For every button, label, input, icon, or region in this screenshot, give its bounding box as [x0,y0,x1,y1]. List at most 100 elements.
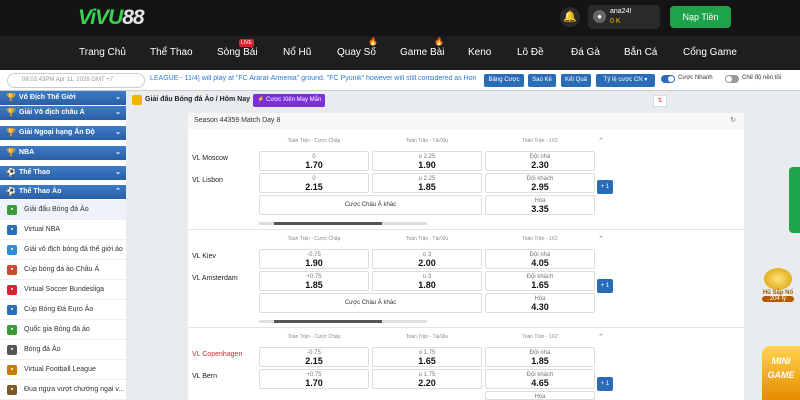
col-handicap: Toàn Trận - Cược Chấp [287,334,341,340]
results-button[interactable]: Kết Quả [561,74,591,87]
home-team: VL Copenhagen [192,351,243,358]
statement-button[interactable]: Sao Kê [528,74,556,87]
odds-cell[interactable]: Hòa 4.30 [485,293,595,313]
quick-bet-toggle[interactable] [661,75,675,83]
username: ana24! [610,8,632,15]
odds-cell[interactable]: -0.75 2.15 [259,347,369,367]
ball-icon: ⚽ [6,187,16,196]
odds-cell[interactable]: Đội nhà 2.30 [485,151,595,171]
bet-list-button[interactable]: Bảng Cược [484,74,524,87]
league-icon: ▪ [7,365,17,375]
odds-cell[interactable]: u 3 1.80 [372,271,482,291]
odds-cell[interactable]: 0 2.15 [259,173,369,193]
scrollbar[interactable] [259,320,427,323]
fire-icon: 🔥 [368,37,378,46]
jackpot-widget[interactable]: Hũ Sắp Nổ 204 tỷ [756,268,800,318]
sidebar-item[interactable]: ▪ Cúp bóng đá ảo Châu Á [0,260,126,280]
home-team: VL Moscow [192,155,228,162]
deposit-button[interactable]: Nạp Tiền [670,6,731,28]
top-bar: ViVU88 🔔 ● ana24! 0 K Nạp Tiền [0,0,800,36]
odds-cell[interactable]: 0 1.70 [259,151,369,171]
col-1x2: Toàn Trận - 1X2 [522,236,558,242]
sidebar-group[interactable]: 🏆 NBA ⌄ [0,146,126,160]
odds-cell[interactable]: Đội nhà 1.85 [485,347,595,367]
nav-sports[interactable]: Thể Thao [150,47,193,58]
odds-type-select[interactable]: Tỷ lệ cược CN ▾ [596,74,655,87]
flag-icon: ▪ [7,285,17,295]
nav-keno[interactable]: Keno [468,47,491,58]
news-ticker[interactable]: LEAGUE - 11/4] will play at "FC Ararat-A… [150,75,476,82]
odds-cell[interactable]: Đội khách 1.65 [485,271,595,291]
odds-cell[interactable]: u 2.25 1.85 [372,173,482,193]
collapse-icon[interactable]: ⌃ [598,137,604,145]
more-markets-button[interactable]: + 1 [597,279,613,293]
chevron-down-icon: ⌄ [115,149,121,156]
sidebar-item[interactable]: ▪ Đua ngựa vượt chướng ngại v... [0,380,126,400]
sidebar-item[interactable]: ▪ Giải vô địch bóng đá thế giới ảo [0,240,126,260]
sidebar-item[interactable]: ▪ Quốc gia Bóng đá ảo [0,320,126,340]
globe-icon: ▪ [7,245,17,255]
col-handicap: Toàn Trận - Cược Chấp [287,236,341,242]
sidebar-item[interactable]: ▪ Cúp Bóng Đá Euro Ảo [0,300,126,320]
nav-lode[interactable]: Lô Đề [517,47,544,58]
nav-lottery[interactable]: Quay Số [337,47,376,58]
odds-cell[interactable]: +0.75 1.70 [259,369,369,389]
sidebar-group[interactable]: ⚽ Thể Thao ⌄ [0,166,126,180]
nation-icon: ▪ [7,325,17,335]
sort-icon[interactable]: ⇅ [653,95,667,107]
odds-cell[interactable]: -0.75 1.90 [259,249,369,269]
away-team: VL Lisbon [192,177,223,184]
odds-cell[interactable]: Đội khách 4.65 [485,369,595,389]
nav-fishing[interactable]: Bắn Cá [624,47,657,58]
lucky-parlay-button[interactable]: ⚡ Cược Xiên May Mắn [253,94,326,107]
main-nav: Trang Chủ Thể Thao Sòng Bài LIVE Nổ Hũ Q… [0,36,800,70]
col-handicap: Toàn Trận - Cược Chấp [287,138,341,144]
divider [188,327,744,328]
user-panel[interactable]: ● ana24! 0 K [588,5,660,29]
more-asian-button[interactable]: Cược Châu Á khác [259,293,482,313]
odds-cell[interactable]: +0.75 1.85 [259,271,369,291]
odds-cell[interactable]: Hòa [485,391,595,400]
more-markets-button[interactable]: + 1 [597,377,613,391]
bell-icon[interactable]: 🔔 [560,7,580,27]
sidebar-group[interactable]: 🏆 Vô Địch Thế Giới ⌄ [0,91,126,105]
mini-game-button[interactable]: MINI GAME [762,346,800,400]
scrollbar[interactable] [259,222,427,225]
odds-cell[interactable]: o 2.25 1.90 [372,151,482,171]
nav-cards[interactable]: Game Bài [400,47,444,58]
collapse-icon[interactable]: ⌃ [598,235,604,243]
more-asian-button[interactable]: Cược Châu Á khác [259,195,482,215]
nav-casino[interactable]: Sòng Bài [217,47,258,58]
nav-gateway[interactable]: Cổng Game [683,47,737,58]
basketball-icon: ▪ [7,225,17,235]
odds-cell[interactable]: o 1.75 1.65 [372,347,482,367]
odds-cell[interactable]: Đội nhà 4.05 [485,249,595,269]
odds-cell[interactable]: o 3 2.00 [372,249,482,269]
more-markets-button[interactable]: + 1 [597,180,613,194]
col-ou: Toàn Trận - Tài/Xỉu [405,138,449,144]
refresh-icon[interactable]: ↻ [730,113,736,129]
balance: 0 K [610,18,621,25]
chevron-down-icon: ⌄ [115,169,121,176]
odds-cell[interactable]: u 1.75 2.20 [372,369,482,389]
odds-cell[interactable]: Đội khách 2.95 [485,173,595,193]
nav-cockfight[interactable]: Đá Gà [571,47,600,58]
logo[interactable]: ViVU88 [78,6,145,30]
sidebar-item[interactable]: ▪ Virtual NBA [0,220,126,240]
chevron-down-icon: ⌄ [115,94,121,101]
nav-home[interactable]: Trang Chủ [79,47,126,58]
odds-cell[interactable]: Hòa 3.35 [485,195,595,215]
away-team: VL Bern [192,373,218,380]
collapse-icon[interactable]: ⌃ [598,333,604,341]
sidebar-item[interactable]: ▪ Virtual Football League [0,360,126,380]
main-content: Giải đấu Bóng đá Ảo / Hôm Nay ⚡ Cược Xiên… [130,91,800,400]
sidebar-group[interactable]: 🏆 Giải Ngoại hạng Ấn Độ ⌄ [0,126,126,140]
sidebar-group[interactable]: ⚽ Thể Thao Ảo ⌃ [0,185,126,199]
sidebar-group[interactable]: 🏆 Giải Vô địch châu Á ⌄ [0,106,126,120]
sidebar-item[interactable]: ▪ Virtual Soccer Bundesliga [0,280,126,300]
sidebar-item[interactable]: ▪ Bóng đá Ảo [0,340,126,360]
dark-mode-toggle[interactable] [725,75,739,83]
side-tab[interactable] [789,167,800,233]
nav-slots[interactable]: Nổ Hũ [283,47,311,58]
sidebar-item[interactable]: ▪ Giải đấu Bóng đá Ảo [0,200,126,220]
